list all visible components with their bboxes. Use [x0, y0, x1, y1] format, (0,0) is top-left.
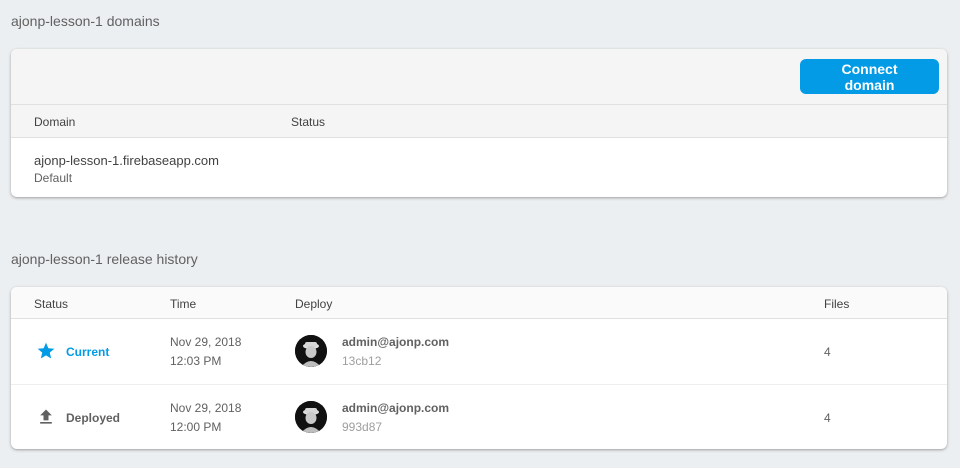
domains-card: Connect domain Domain Status ajonp-lesso… [11, 49, 947, 197]
domains-section-title: ajonp-lesson-1 domains [11, 13, 160, 29]
release-date: Nov 29, 2018 [170, 335, 242, 349]
deploy-user: admin@ajonp.com [342, 335, 450, 349]
release-history-card: Status Time Deploy Files Current Nov 29,… [11, 287, 947, 449]
column-header-status: Status [291, 115, 326, 129]
release-time: 12:00 PM [170, 420, 222, 434]
release-table-header: Status Time Deploy Files [11, 287, 947, 319]
domain-name[interactable]: ajonp-lesson-1.firebaseapp.com [34, 153, 219, 168]
deploy-hash: 993d87 [342, 420, 383, 434]
domains-table-header: Domain Status [11, 105, 947, 138]
column-header-time: Time [170, 297, 197, 311]
release-time: 12:03 PM [170, 354, 222, 368]
deploy-hash: 13cb12 [342, 354, 382, 368]
column-header-domain: Domain [34, 115, 76, 129]
connect-domain-button[interactable]: Connect domain [800, 59, 939, 94]
avatar [295, 401, 327, 433]
release-date: Nov 29, 2018 [170, 401, 242, 415]
files-count: 4 [824, 411, 831, 425]
avatar [295, 335, 327, 367]
column-header-deploy: Deploy [295, 297, 333, 311]
files-count: 4 [824, 345, 831, 359]
release-history-title: ajonp-lesson-1 release history [11, 251, 198, 267]
column-header-status: Status [34, 297, 69, 311]
release-status: Deployed [66, 411, 121, 425]
column-header-files: Files [824, 297, 850, 311]
deploy-user: admin@ajonp.com [342, 401, 450, 415]
table-row: ajonp-lesson-1.firebaseapp.com Default [11, 138, 947, 197]
star-icon [36, 341, 56, 361]
domains-toolbar: Connect domain [11, 49, 947, 105]
domain-default-label: Default [34, 171, 73, 185]
table-row[interactable]: Deployed Nov 29, 2018 12:00 PM admin@ajo… [11, 384, 947, 449]
upload-icon [36, 407, 56, 427]
table-row[interactable]: Current Nov 29, 2018 12:03 PM admin@ajon… [11, 319, 947, 384]
release-status: Current [66, 345, 110, 359]
